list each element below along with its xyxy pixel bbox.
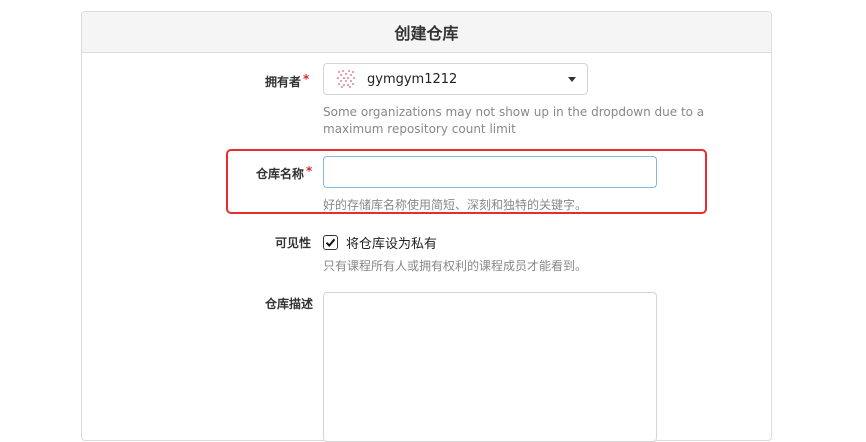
owner-label: 拥有者 * [265, 72, 310, 89]
visibility-label: 可见性 [275, 236, 312, 250]
description-label: 仓库描述 [265, 297, 314, 311]
identicon-avatar-icon [337, 70, 355, 88]
description-textarea[interactable] [323, 292, 657, 442]
owner-dropdown[interactable]: gymgym1212 [323, 63, 588, 95]
repo-name-input[interactable] [323, 156, 657, 188]
required-mark: * [303, 72, 310, 86]
private-checkbox-label: 将仓库设为私有 [346, 237, 438, 252]
private-checkbox-row[interactable]: 将仓库设为私有 [323, 233, 437, 252]
page-title: 创建仓库 [394, 24, 459, 43]
owner-help-text: Some organizations may not show up in th… [323, 105, 705, 136]
repo-name-label: 仓库名称 * [256, 164, 313, 181]
visibility-help-text: 只有课程所有人或拥有权利的课程成员才能看到。 [323, 259, 588, 273]
chevron-down-icon [568, 76, 576, 82]
repo-name-help-text: 好的存储库名称使用简短、深刻和独特的关键字。 [323, 198, 588, 212]
private-checkbox[interactable] [323, 235, 338, 250]
owner-selected-value: gymgym1212 [367, 71, 458, 87]
checkmark-icon [325, 238, 336, 247]
panel-header: 创建仓库 [82, 12, 771, 53]
required-mark: * [306, 164, 313, 178]
